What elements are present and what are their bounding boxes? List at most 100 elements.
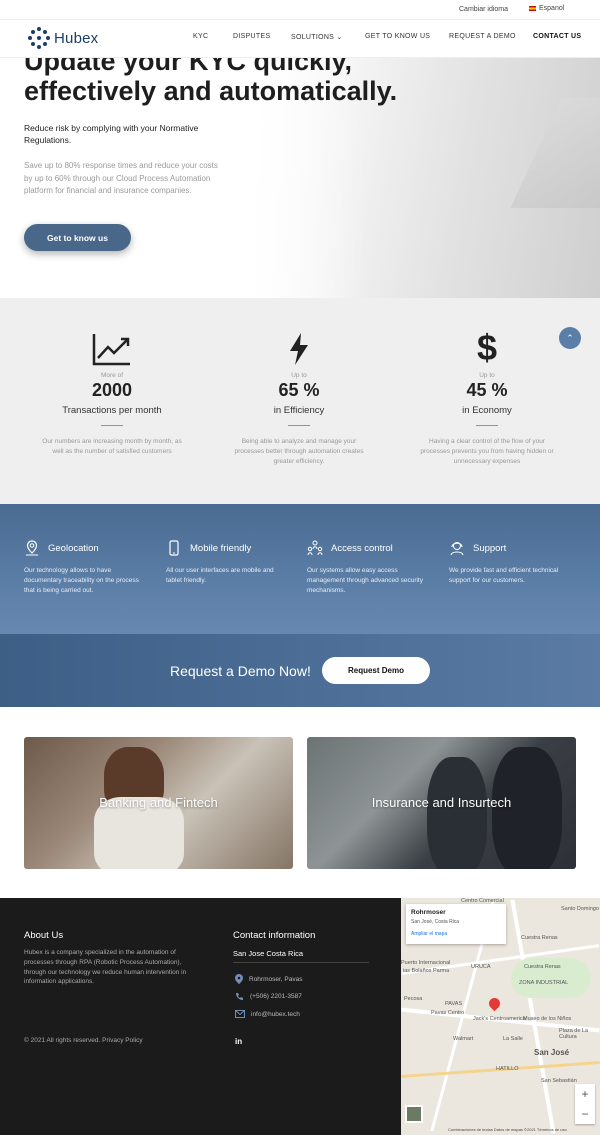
location-map[interactable]: Rohrmoser San José, Costa Rica Ampliar e… [401,898,600,1135]
card-label: Banking and Fintech [99,795,218,810]
expand-map-link[interactable]: Ampliar el mapa [411,931,501,937]
hero-lead: Reduce risk by complying with your Norma… [24,123,199,145]
map-place-name: Rohrmoser [411,909,446,916]
map-label: Pecosa [404,996,423,1002]
map-info-card: Rohrmoser San José, Costa Rica Ampliar e… [406,904,506,944]
insurance-insurtech-card[interactable]: Insurance and Insurtech [307,737,576,869]
map-label: Jack's Centroamerica [473,1016,526,1022]
divider [476,425,498,426]
nav-contact-us[interactable]: CONTACT US [533,33,581,40]
feature-title: Mobile friendly [190,542,252,554]
map-marker-icon[interactable] [486,995,503,1012]
language-label: Espanol [539,5,565,12]
nav-disputes[interactable]: DISPUTES [233,33,270,40]
change-language-link[interactable]: Cambiar idioma [459,6,508,13]
about-title: About Us [24,930,64,941]
map-label: ias Bolaños Parma [403,968,450,974]
email-text: info@hubex.tech [251,1010,300,1018]
stat-efficiency: Up to 65 % in Efficiency Being able to a… [219,328,379,467]
contact-city: San Jose Costa Rica [233,949,304,958]
map-label: HATILLO [496,1066,519,1072]
map-pin-icon [235,974,243,984]
map-label: Puerto Internacional [401,960,451,966]
stat-text: Being able to analyze and manage your pr… [234,438,364,465]
map-label: La Salle [503,1036,523,1042]
request-demo-banner: Request a Demo Now! Request Demo [0,634,600,707]
map-label: Cuestra Renas [521,935,558,941]
divider [101,425,123,426]
satellite-toggle[interactable] [405,1105,423,1123]
stat-value: 45 % [466,380,508,400]
features-section: Geolocation Our technology allows to hav… [0,504,600,634]
map-label: Santo Domingo [561,906,599,912]
location-icon [26,540,38,556]
feature-title: Support [473,542,507,554]
stat-economy: $ Up to 45 % in Economy Having a clear c… [407,328,567,467]
divider [288,425,310,426]
footer: About Us Hubex is a company specialized … [0,898,401,1135]
request-demo-button[interactable]: Request Demo [322,657,430,684]
map-place-address: San José, Costa Rica [411,919,460,925]
map-label: Museo de los Niños [523,1016,572,1022]
address-text: Rohrmoser, Pavas [249,975,303,983]
industries-section: Banking and Fintech Insurance and Insurt… [0,737,600,870]
dollar-icon: $ [476,327,498,368]
stat-prefix: Up to [291,372,307,379]
about-text: Hubex is a company specialized in the au… [24,949,187,986]
contact-title: Contact information [233,930,316,941]
feature-text: Our systems allow easy access management… [307,567,423,594]
feature-support: Support We provide fast and efficient te… [449,540,574,586]
chevron-up-icon: ⌃ [566,332,574,343]
feature-text: Our technology allows to have documentar… [24,567,139,594]
stat-label: in Efficiency [273,405,325,416]
stat-text: Our numbers are increasing month by mont… [42,438,182,455]
map-zoom-controls[interactable]: + − [575,1084,595,1124]
feature-title: Access control [331,542,393,554]
nav-get-to-know-us[interactable]: GET TO KNOW US [365,33,430,40]
top-bar: Cambiar idioma Espanol [0,0,600,20]
hero-title: Update your KYC quickly, effectively and… [24,58,398,106]
zoom-in-icon[interactable]: + [575,1084,595,1104]
phone-text: (+506) 2201-3587 [250,993,302,1000]
demo-heading: Request a Demo Now! [170,663,311,679]
map-label: Pavas Centro [431,1010,465,1016]
contact-phone[interactable]: (+506) 2201-3587 [235,992,302,1001]
stat-text: Having a clear control of the flow of yo… [420,438,554,465]
nav-solutions[interactable]: SOLUTIONS ⌄ [291,33,343,41]
map-label: ZONA INDUSTRIAL [519,980,569,986]
map-label: San José [534,1048,570,1057]
card-label: Insurance and Insurtech [371,795,512,810]
chevron-down-icon: ⌄ [336,34,343,41]
logo[interactable]: Hubex [28,27,98,49]
stat-value: 65 % [278,380,320,400]
email-icon [235,1010,245,1018]
chart-icon [32,328,192,366]
stat-label: Transactions per month [62,405,162,416]
linkedin-icon[interactable]: in [235,1037,242,1046]
stat-label: in Economy [462,405,512,416]
contact-email[interactable]: info@hubex.tech [235,1010,300,1018]
feature-text: All our user interfaces are mobile and t… [166,567,274,584]
map-label: URUCA [471,964,491,970]
feature-text: We provide fast and efficient technical … [449,567,559,584]
divider [233,962,369,963]
spain-flag-icon [529,6,536,11]
stat-prefix: More of [100,372,124,379]
stats-section: ⌃ More of 2000 Transactions per month Ou… [0,298,600,504]
phone-icon [236,993,243,1000]
mobile-icon [169,540,179,556]
zoom-out-icon[interactable]: − [575,1104,595,1124]
hero-description: Save up to 80% response times and reduce… [24,161,218,195]
nav-request-demo[interactable]: REQUEST A DEMO [449,33,516,40]
feature-title: Geolocation [48,542,99,554]
copyright: © 2021 All rights reserved. Privacy Poli… [24,1037,143,1044]
lightning-icon [219,328,379,366]
feature-geolocation: Geolocation Our technology allows to hav… [24,540,149,595]
main-navigation: Hubex KYC DISPUTES SOLUTIONS ⌄ GET TO KN… [0,20,600,58]
get-to-know-us-button[interactable]: Get to know us [24,224,131,251]
banking-fintech-card[interactable]: Banking and Fintech [24,737,293,869]
nav-kyc[interactable]: KYC [193,33,208,40]
businessmen-image [427,757,487,869]
contact-address: Rohrmoser, Pavas [235,974,302,984]
language-selector[interactable]: Espanol [529,5,564,12]
